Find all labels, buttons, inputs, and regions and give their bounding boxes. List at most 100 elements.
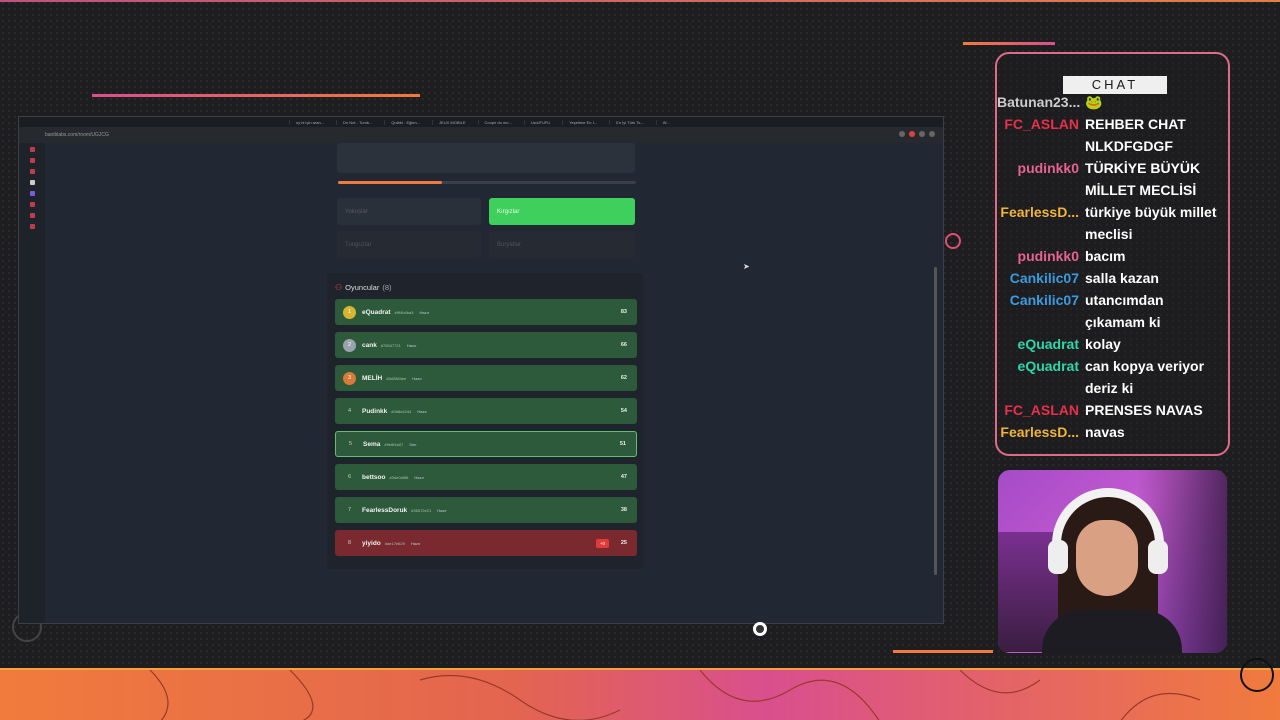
- sidebar-icon[interactable]: [29, 158, 35, 163]
- player-score: 83: [620, 309, 627, 315]
- player-rank: 1: [343, 305, 356, 319]
- player-score: 51: [619, 441, 626, 447]
- player-name: MELİH: [362, 374, 383, 382]
- bottom-decorative-band: [0, 668, 1280, 720]
- browser-tab[interactable]: JEUX MOBILE: [432, 119, 471, 125]
- answer-option[interactable]: Buryatlar: [489, 231, 635, 258]
- player-row: 1 eQuadrat #9f4b4ba3 Hazır 83: [335, 299, 637, 325]
- chat-text: navas: [1085, 424, 1125, 440]
- timer-progress: [338, 181, 636, 184]
- browser-tab[interactable]: Coupe du mo...: [477, 119, 518, 125]
- chat-message: Cankilic07 salla kazan: [997, 267, 1228, 289]
- answer-option[interactable]: Yokuşlar: [337, 198, 481, 225]
- top-accent-line: [0, 0, 1280, 2]
- decorative-bar: [92, 94, 420, 97]
- player-name: Sema: [363, 440, 381, 448]
- chat-message: FearlessD... navas: [997, 421, 1228, 443]
- user-icon: ⚇: [335, 283, 343, 292]
- player-rank: 7: [347, 507, 352, 513]
- chat-text: 🐸: [1085, 94, 1103, 110]
- sidebar-icon[interactable]: [29, 169, 35, 174]
- player-rank: 2: [343, 338, 356, 352]
- score-delta-badge: +0: [595, 538, 609, 548]
- chat-message: pudinkk0 bacım: [997, 245, 1228, 267]
- chat-username: FC_ASLAN: [1004, 116, 1079, 132]
- player-id: #34e0d0f6: [389, 474, 409, 480]
- answer-option[interactable]: Tunguzlar: [337, 231, 481, 258]
- player-status: Hazır: [417, 408, 427, 414]
- player-id: #ae17e629: [384, 540, 405, 546]
- player-row: 7 FearlessDoruk #36572e21 Hazır 38: [335, 497, 637, 523]
- player-status: Hazır: [412, 375, 422, 381]
- sidebar-icon[interactable]: [29, 180, 35, 185]
- chat-message: eQuadrat kolay: [997, 333, 1228, 355]
- chat-message: FC_ASLAN REHBER CHAT NLKDFGDGF: [997, 113, 1228, 157]
- player-id: #36572e21: [411, 507, 432, 513]
- browser-tab[interactable]: UwUFUFU: [523, 119, 556, 125]
- player-id: #8d2884ee: [386, 375, 407, 381]
- player-rank: 5: [348, 441, 353, 447]
- player-name: eQuadrat: [362, 308, 391, 316]
- browser-capture: oy bi için aran... Do Not - Tumb... Quibbl…: [18, 116, 944, 624]
- player-id: #9e6f4a07: [384, 441, 404, 447]
- scrollbar[interactable]: [934, 267, 937, 575]
- browser-toolbar-icons: [899, 131, 935, 137]
- chat-text: can kopya veriyor deriz ki: [1085, 358, 1205, 396]
- browser-tab[interactable]: oy bi için aran...: [289, 119, 330, 125]
- player-row: 6 bettsoo #34e0d0f6 Hazır 47: [335, 464, 637, 490]
- chat-username: eQuadrat: [1017, 358, 1079, 374]
- sidebar-icon[interactable]: [29, 224, 35, 229]
- chat-username: pudinkk0: [1017, 160, 1079, 176]
- chat-text: PRENSES NAVAS: [1085, 402, 1203, 418]
- chat-text: TÜRKİYE BÜYÜK MİLLET MECLİSİ: [1085, 160, 1201, 198]
- headset-earcup: [1048, 540, 1068, 574]
- player-row: 5 Sema #9e6f4a07 Sen 51: [335, 431, 637, 457]
- sidebar-icon[interactable]: [29, 202, 35, 207]
- address-url: baniblabs.com/room/UGJCG: [45, 132, 109, 138]
- sidebar-icon[interactable]: [29, 147, 35, 152]
- timer-progress-fill: [338, 181, 443, 184]
- chat-message: FC_ASLAN PRENSES NAVAS: [997, 399, 1228, 421]
- players-header: ⚇ Oyuncular (8): [335, 283, 392, 292]
- decorative-bar: [893, 650, 993, 653]
- mouse-cursor: ➤: [743, 262, 750, 271]
- chat-message: FearlessD... türkiye büyük millet meclisi: [997, 201, 1228, 245]
- player-score: 38: [620, 507, 627, 513]
- chat-text: utancımdan çıkamam ki: [1085, 292, 1164, 330]
- player-status: Hazır: [414, 474, 424, 480]
- chat-username: pudinkk0: [1017, 248, 1079, 264]
- player-score: 66: [620, 342, 627, 348]
- address-bar[interactable]: baniblabs.com/room/UGJCG: [19, 127, 943, 143]
- sidebar-icon[interactable]: [29, 213, 35, 218]
- browser-tab[interactable]: Do Not - Tumb...: [336, 119, 378, 125]
- decorative-ring: [945, 233, 961, 249]
- player-id: #0b8e4244: [391, 408, 412, 414]
- browser-tab[interactable]: En İyi Türk To...: [609, 119, 650, 125]
- webcam-feed: [998, 470, 1227, 653]
- chat-message: Batunan23... 🐸: [997, 91, 1228, 113]
- player-rank: 4: [347, 408, 352, 414]
- player-id: #76547721: [380, 342, 401, 348]
- player-name: FearlessDoruk: [362, 506, 408, 514]
- player-name: Pudinkk: [362, 407, 388, 415]
- extension-icon[interactable]: [899, 131, 905, 137]
- browser-tab[interactable]: Yeşeltme En İ...: [562, 119, 603, 125]
- player-name: yiyido: [362, 539, 381, 547]
- browser-tab[interactable]: W...: [655, 119, 676, 125]
- chat-text: türkiye büyük millet meclisi: [1085, 204, 1217, 242]
- chat-username: eQuadrat: [1017, 336, 1079, 352]
- chat-username: Cankilic07: [1009, 270, 1079, 286]
- chat-messages: Batunan23... 🐸 FC_ASLAN REHBER CHAT NLKDFGD…: [997, 91, 1228, 443]
- player-status: Hazır: [437, 507, 447, 513]
- player-score: 47: [620, 474, 627, 480]
- twitch-icon[interactable]: [29, 191, 35, 196]
- browser-tab[interactable]: Quibbl - Eğlen...: [384, 119, 426, 125]
- answer-option-correct[interactable]: Kırgızlar: [489, 198, 635, 225]
- browser-tab-strip: oy bi için aran... Do Not - Tumb... Quibbl…: [19, 117, 943, 127]
- chat-panel: Batunan23... 🐸 FC_ASLAN REHBER CHAT NLKDFGD…: [995, 52, 1230, 456]
- extension-icon[interactable]: [909, 131, 915, 137]
- extension-icon[interactable]: [919, 131, 925, 137]
- chat-message: eQuadrat can kopya veriyor deriz ki: [997, 355, 1228, 399]
- player-status: Hazır: [410, 540, 421, 546]
- menu-icon[interactable]: [929, 131, 935, 137]
